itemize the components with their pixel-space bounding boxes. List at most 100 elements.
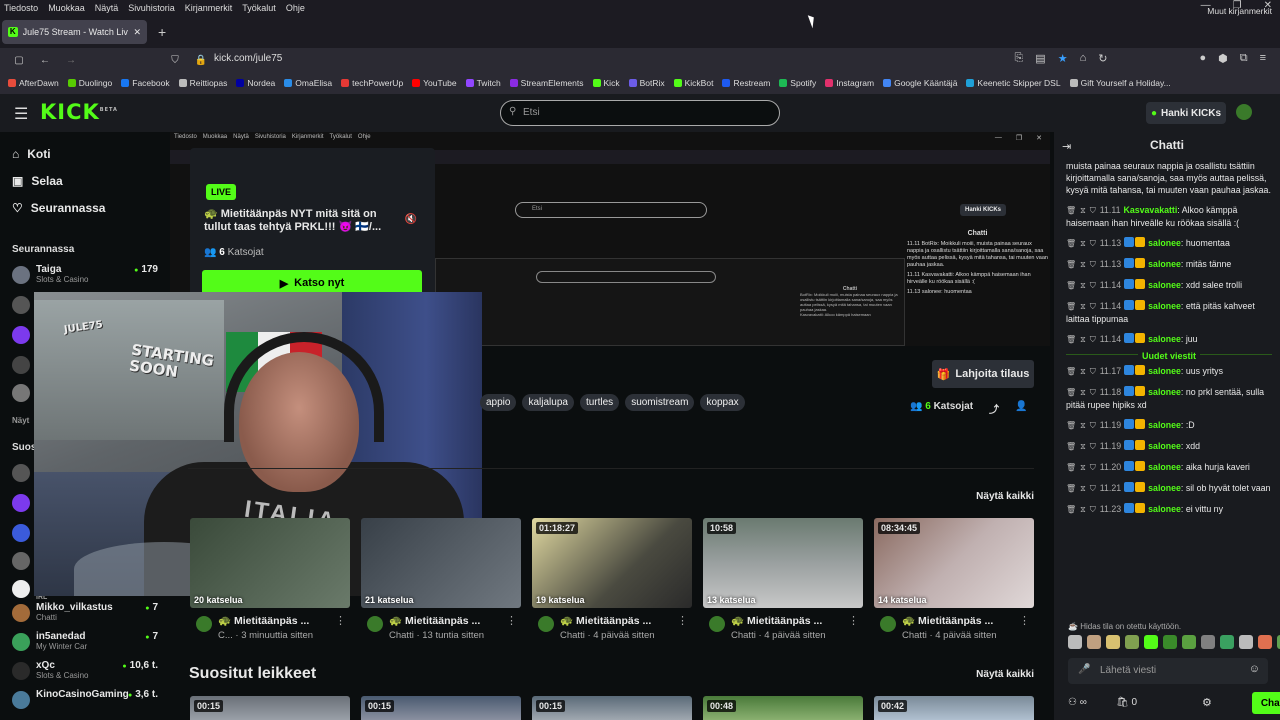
timeout-icon[interactable]: ⧖: [1080, 484, 1086, 493]
reader-icon[interactable]: ▤: [1035, 52, 1045, 65]
bookmark-star-icon[interactable]: ★: [1058, 52, 1068, 65]
ban-icon[interactable]: ⛉: [1090, 421, 1096, 430]
avatar[interactable]: [12, 464, 30, 482]
bookmark-item[interactable]: StreamElements: [509, 78, 584, 88]
back-icon[interactable]: ←: [38, 55, 52, 66]
avatar[interactable]: [12, 494, 30, 512]
menu-item[interactable]: Kirjanmerkit: [185, 3, 233, 13]
delete-icon[interactable]: 🗑: [1066, 442, 1076, 451]
avatar[interactable]: [196, 616, 212, 632]
other-bookmarks[interactable]: Muut kirjanmerkit: [1207, 6, 1272, 16]
ban-icon[interactable]: ⛉: [1090, 388, 1096, 397]
ban-icon[interactable]: ⛉: [1090, 239, 1096, 248]
bookmark-item[interactable]: Kick: [592, 78, 620, 88]
emote-icon[interactable]: [1106, 635, 1120, 649]
gift-subscription-button[interactable]: 🎁 Lahjoita tilaus: [932, 360, 1034, 388]
message-username[interactable]: salonee: [1148, 387, 1181, 397]
delete-icon[interactable]: 🗑: [1066, 388, 1076, 397]
video-title[interactable]: 🐢 Mietitäänpäs ...: [902, 614, 993, 627]
emote-icon[interactable]: [1201, 635, 1215, 649]
timeout-icon[interactable]: ⧖: [1080, 505, 1086, 514]
extensions-icon[interactable]: ⧉: [1240, 52, 1248, 65]
home-icon[interactable]: ⌂: [1080, 52, 1087, 65]
avatar[interactable]: [709, 616, 725, 632]
emote-icon[interactable]: [1220, 635, 1234, 649]
ban-icon[interactable]: ⛉: [1090, 463, 1096, 472]
clip-thumbnail[interactable]: 00:15: [190, 696, 350, 720]
recommended-channel[interactable]: Mikko_vilkastusChatti 7: [12, 600, 162, 626]
ban-icon[interactable]: ⛉: [1090, 335, 1096, 344]
get-kicks-button[interactable]: ● Hanki KICKs: [1146, 102, 1226, 124]
message-username[interactable]: salonee: [1148, 366, 1181, 376]
more-options-icon[interactable]: ⋮: [848, 614, 859, 627]
message-username[interactable]: salonee: [1148, 301, 1181, 311]
menu-item[interactable]: Työkalut: [242, 3, 276, 13]
sidebar-toggle-icon[interactable]: ▢: [12, 55, 26, 66]
bookmark-item[interactable]: Instagram: [825, 78, 874, 88]
sidebar-item-following[interactable]: ♡ Seurannassa: [12, 201, 105, 215]
ban-icon[interactable]: ⛉: [1090, 302, 1096, 311]
browser-tab[interactable]: K Jule75 Stream - Watch Live on K ✕: [2, 20, 147, 44]
points-counter[interactable]: 🛍 0: [1116, 697, 1137, 708]
message-username[interactable]: salonee: [1148, 504, 1181, 514]
tag[interactable]: suomistream: [625, 394, 695, 411]
mute-icon[interactable]: 🔇: [405, 214, 417, 225]
video-thumbnail[interactable]: 08:34:45 14 katselua: [874, 518, 1034, 608]
search-input[interactable]: ⚲ Etsi: [500, 100, 780, 126]
message-username[interactable]: salonee: [1148, 483, 1181, 493]
menu-item[interactable]: Ohje: [286, 3, 305, 13]
delete-icon[interactable]: 🗑: [1066, 281, 1076, 290]
avatar[interactable]: [12, 552, 30, 570]
video-thumbnail[interactable]: 20 katselua: [190, 518, 350, 608]
recommended-channel[interactable]: xQcSlots & Casino 10,6 t.: [12, 658, 162, 684]
ban-icon[interactable]: ⛉: [1090, 206, 1096, 215]
delete-icon[interactable]: 🗑: [1066, 206, 1076, 215]
tag[interactable]: kaljalupa: [522, 394, 574, 411]
delete-icon[interactable]: 🗑: [1066, 239, 1076, 248]
emote-icon[interactable]: [1258, 635, 1272, 649]
kick-logo[interactable]: KICKBETA: [40, 100, 118, 124]
delete-icon[interactable]: 🗑: [1066, 302, 1076, 311]
delete-icon[interactable]: 🗑: [1066, 484, 1076, 493]
clip-thumbnail[interactable]: 00:42: [874, 696, 1034, 720]
avatar[interactable]: [12, 524, 30, 542]
avatar[interactable]: [538, 616, 554, 632]
delete-icon[interactable]: 🗑: [1066, 505, 1076, 514]
sidebar-item-browse[interactable]: ▣ Selaa: [12, 174, 63, 188]
delete-icon[interactable]: 🗑: [1066, 463, 1076, 472]
bookmark-item[interactable]: Google Kääntäjä: [883, 78, 957, 88]
bookmark-item[interactable]: BotRix: [628, 78, 665, 88]
clip-thumbnail[interactable]: 00:15: [361, 696, 521, 720]
video-title[interactable]: 🐢 Mietitäänpäs ...: [218, 614, 309, 627]
avatar[interactable]: [12, 296, 30, 314]
user-avatar[interactable]: [1236, 104, 1252, 120]
video-title[interactable]: 🐢 Mietitäänpäs ...: [389, 614, 480, 627]
url-bar[interactable]: kick.com/jule75: [214, 53, 282, 64]
followed-channel[interactable]: Taiga Slots & Casino 179: [12, 262, 162, 288]
tab-close-icon[interactable]: ✕: [133, 27, 141, 38]
video-title[interactable]: 🐢 Mietitäänpäs ...: [560, 614, 651, 627]
timeout-icon[interactable]: ⧖: [1080, 206, 1086, 215]
more-options-icon[interactable]: ⋮: [677, 614, 688, 627]
reload-icon[interactable]: ↻: [1098, 52, 1107, 65]
timeout-icon[interactable]: ⧖: [1080, 302, 1086, 311]
message-username[interactable]: Kasvavakatti: [1124, 205, 1178, 215]
bookmark-item[interactable]: Gift Yourself a Holiday...: [1069, 78, 1171, 88]
message-username[interactable]: salonee: [1148, 462, 1181, 472]
tag[interactable]: appio: [480, 394, 517, 411]
avatar[interactable]: [12, 356, 30, 374]
timeout-icon[interactable]: ⧖: [1080, 442, 1086, 451]
message-username[interactable]: salonee: [1148, 280, 1181, 290]
timeout-icon[interactable]: ⧖: [1080, 335, 1086, 344]
bookmark-item[interactable]: Spotify: [779, 78, 816, 88]
tag[interactable]: koppax: [700, 394, 745, 411]
more-options-icon[interactable]: ⋮: [506, 614, 517, 627]
emote-icon[interactable]: [1144, 635, 1158, 649]
timeout-icon[interactable]: ⧖: [1080, 260, 1086, 269]
avatar[interactable]: [12, 580, 30, 598]
message-username[interactable]: salonee: [1148, 441, 1181, 451]
bookmark-item[interactable]: Keenetic Skipper DSL: [966, 78, 1061, 88]
recommended-channel[interactable]: KinoCasinoGaming3,6 t.: [12, 687, 162, 713]
emote-icon[interactable]: [1182, 635, 1196, 649]
bookmark-item[interactable]: Reittiopas: [178, 78, 227, 88]
